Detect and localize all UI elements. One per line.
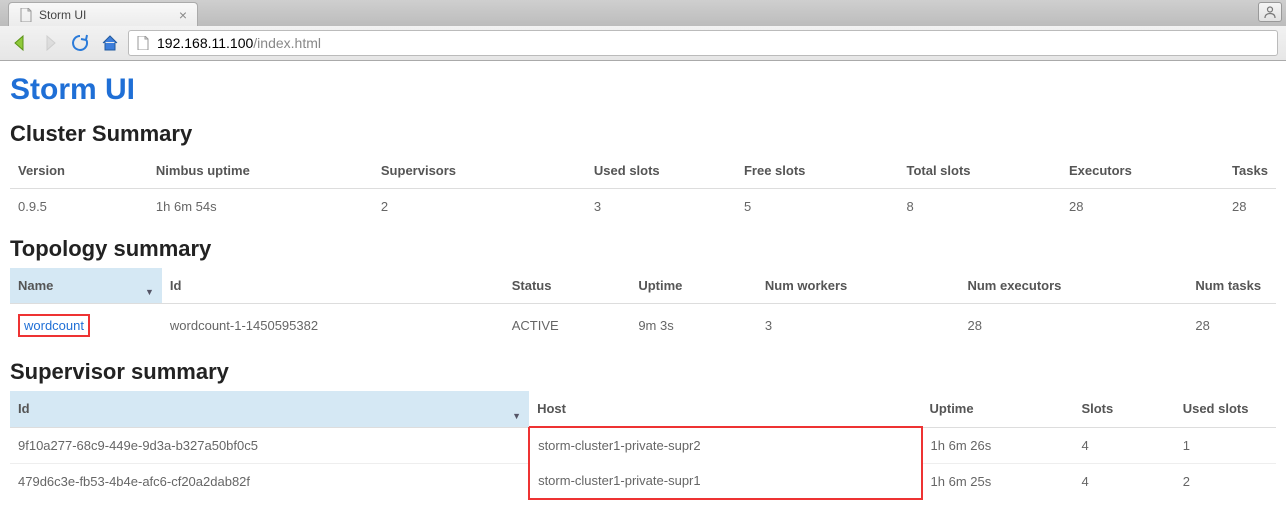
cell-uptime: 1h 6m 25s	[922, 463, 1074, 499]
table-row: 0.9.5 1h 6m 54s 2 3 5 8 28 28	[10, 189, 1276, 225]
col-name[interactable]: Name ▼	[10, 268, 162, 304]
col-used-slots[interactable]: Used slots	[586, 153, 736, 189]
table-row: wordcount wordcount-1-1450595382 ACTIVE …	[10, 304, 1276, 348]
col-tasks[interactable]: Tasks	[1224, 153, 1276, 189]
cell-num-executors: 28	[959, 304, 1187, 348]
col-uptime[interactable]: Uptime	[630, 268, 757, 304]
cell-host: storm-cluster1-private-supr1	[529, 463, 921, 499]
col-id[interactable]: Id	[162, 268, 504, 304]
col-num-workers[interactable]: Num workers	[757, 268, 960, 304]
col-uptime[interactable]: Uptime	[922, 391, 1074, 427]
topology-link[interactable]: wordcount	[24, 318, 84, 333]
browser-chrome: Storm UI × 192.168.11.100/index.html	[0, 0, 1286, 61]
cell-used-slots: 2	[1175, 463, 1276, 499]
col-supervisors[interactable]: Supervisors	[373, 153, 586, 189]
cell-total-slots: 8	[898, 189, 1061, 225]
supervisor-summary-heading: Supervisor summary	[10, 359, 1276, 385]
cell-status: ACTIVE	[504, 304, 631, 348]
topology-summary-heading: Topology summary	[10, 236, 1276, 262]
col-name-label: Name	[18, 278, 53, 293]
tab-bar: Storm UI ×	[0, 0, 1286, 26]
page-icon	[135, 35, 151, 51]
col-status[interactable]: Status	[504, 268, 631, 304]
cell-slots: 4	[1073, 427, 1174, 463]
table-header-row: Name ▼ Id Status Uptime Num workers Num e…	[10, 268, 1276, 304]
cell-used-slots: 3	[586, 189, 736, 225]
col-num-executors[interactable]: Num executors	[959, 268, 1187, 304]
reload-button[interactable]	[68, 31, 92, 55]
col-version[interactable]: Version	[10, 153, 148, 189]
cell-tasks: 28	[1224, 189, 1276, 225]
page-content: Storm UI Cluster Summary Version Nimbus …	[0, 61, 1286, 532]
cell-num-tasks: 28	[1187, 304, 1276, 348]
address-bar[interactable]: 192.168.11.100/index.html	[128, 30, 1278, 56]
cell-used-slots: 1	[1175, 427, 1276, 463]
cell-slots: 4	[1073, 463, 1174, 499]
browser-tab[interactable]: Storm UI ×	[8, 2, 198, 26]
table-header-row: Version Nimbus uptime Supervisors Used s…	[10, 153, 1276, 189]
supervisor-summary-table: Id ▼ Host Uptime Slots Used slots 9f10a27…	[10, 391, 1276, 500]
col-executors[interactable]: Executors	[1061, 153, 1224, 189]
sort-desc-icon: ▼	[145, 287, 154, 297]
topology-summary-table: Name ▼ Id Status Uptime Num workers Num e…	[10, 268, 1276, 347]
cell-uptime: 9m 3s	[630, 304, 757, 348]
col-nimbus-uptime[interactable]: Nimbus uptime	[148, 153, 373, 189]
col-total-slots[interactable]: Total slots	[898, 153, 1061, 189]
highlight-annotation: wordcount	[18, 314, 90, 337]
col-id[interactable]: Id ▼	[10, 391, 529, 427]
cell-free-slots: 5	[736, 189, 899, 225]
cell-id: wordcount-1-1450595382	[162, 304, 504, 348]
page-favicon-icon	[19, 8, 33, 22]
cell-name: wordcount	[10, 304, 162, 348]
cell-executors: 28	[1061, 189, 1224, 225]
cell-host: storm-cluster1-private-supr2	[529, 427, 921, 463]
sort-desc-icon: ▼	[512, 411, 521, 421]
col-host[interactable]: Host	[529, 391, 921, 427]
cell-uptime: 1h 6m 26s	[922, 427, 1074, 463]
cell-id: 479d6c3e-fb53-4b4e-afc6-cf20a2dab82f	[10, 463, 529, 499]
cell-supervisors: 2	[373, 189, 586, 225]
user-menu-button[interactable]	[1258, 2, 1282, 22]
back-button[interactable]	[8, 31, 32, 55]
url-text[interactable]: 192.168.11.100/index.html	[157, 35, 1271, 51]
cell-nimbus-uptime: 1h 6m 54s	[148, 189, 373, 225]
cluster-summary-heading: Cluster Summary	[10, 121, 1276, 147]
cell-id: 9f10a277-68c9-449e-9d3a-b327a50bf0c5	[10, 427, 529, 463]
cell-num-workers: 3	[757, 304, 960, 348]
table-row: 479d6c3e-fb53-4b4e-afc6-cf20a2dab82f sto…	[10, 463, 1276, 499]
table-header-row: Id ▼ Host Uptime Slots Used slots	[10, 391, 1276, 427]
home-button[interactable]	[98, 31, 122, 55]
tab-title: Storm UI	[39, 8, 173, 22]
tab-close-icon[interactable]: ×	[179, 8, 187, 22]
table-row: 9f10a277-68c9-449e-9d3a-b327a50bf0c5 sto…	[10, 427, 1276, 463]
cluster-summary-table: Version Nimbus uptime Supervisors Used s…	[10, 153, 1276, 224]
url-path: /index.html	[253, 35, 321, 51]
cell-version: 0.9.5	[10, 189, 148, 225]
col-num-tasks[interactable]: Num tasks	[1187, 268, 1276, 304]
page-title: Storm UI	[10, 73, 1276, 107]
forward-button[interactable]	[38, 31, 62, 55]
toolbar: 192.168.11.100/index.html	[0, 26, 1286, 60]
col-used-slots[interactable]: Used slots	[1175, 391, 1276, 427]
url-host: 192.168.11.100	[157, 35, 253, 51]
col-free-slots[interactable]: Free slots	[736, 153, 899, 189]
col-slots[interactable]: Slots	[1073, 391, 1174, 427]
col-id-label: Id	[18, 401, 30, 416]
